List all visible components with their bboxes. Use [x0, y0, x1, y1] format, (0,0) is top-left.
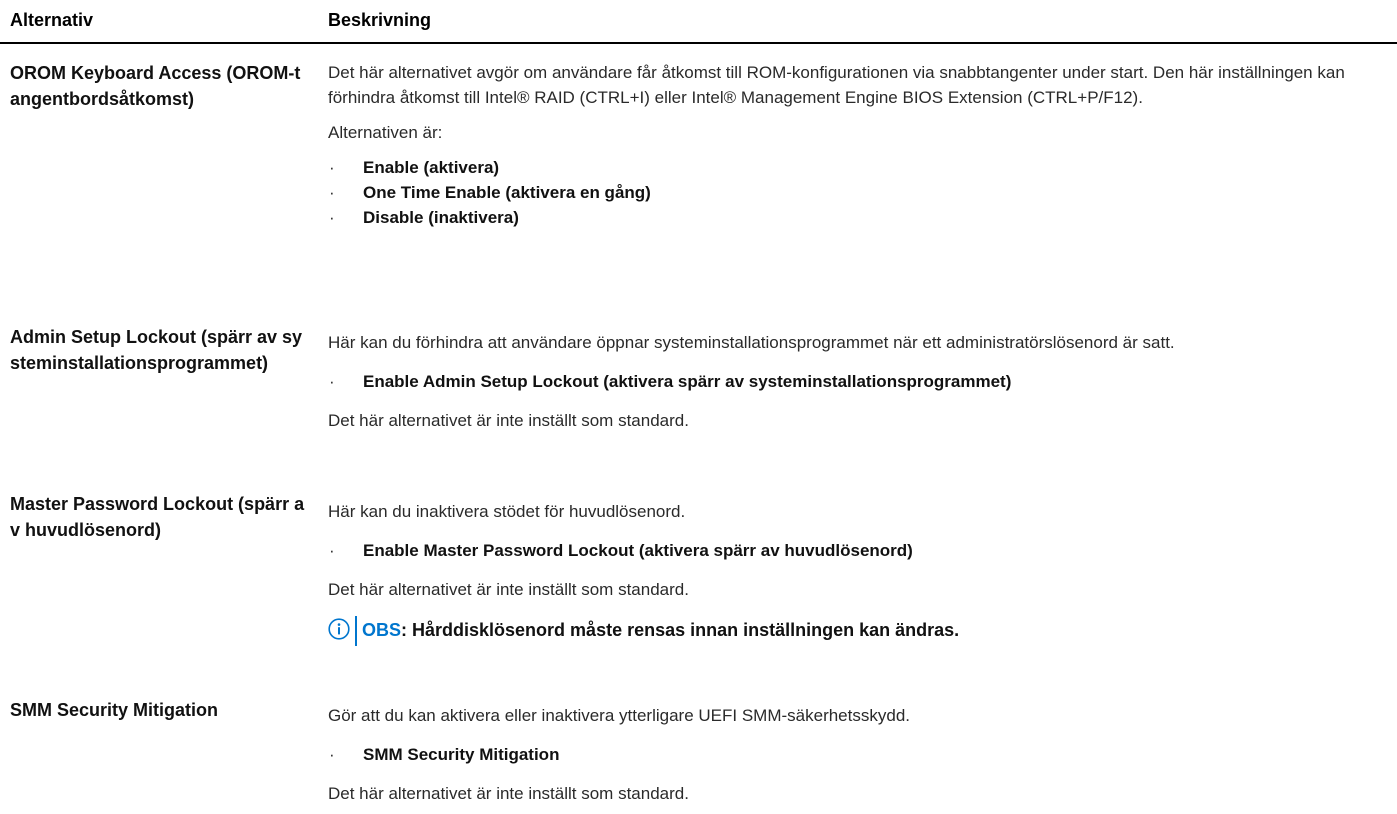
note-divider — [355, 616, 357, 646]
description-text: Här kan du förhindra att användare öppna… — [328, 333, 1175, 352]
options-list: · SMM Security Mitigation — [328, 742, 1388, 767]
note-text: OBS: Hårddisklösenord måste rensas innan… — [362, 618, 959, 643]
list-item: · Disable (inaktivera) — [328, 205, 1388, 230]
bullet-glyph: · — [329, 158, 335, 177]
info-icon — [328, 618, 350, 640]
list-item-label: Disable (inaktivera) — [363, 208, 519, 227]
description-text: Det här alternativet avgör om användare … — [328, 63, 1345, 107]
option-description: Det här alternativet avgör om användare … — [328, 60, 1388, 230]
description-text: Här kan du inaktivera stödet för huvudlö… — [328, 502, 686, 521]
list-item-label: One Time Enable (aktivera en gång) — [363, 183, 651, 202]
default-note: Det här alternativet är inte inställt so… — [328, 784, 689, 803]
note-callout: OBS: Hårddisklösenord måste rensas innan… — [328, 616, 1388, 646]
options-list: · Enable Master Password Lockout (aktive… — [328, 538, 1388, 563]
list-item: · Enable Admin Setup Lockout (aktivera s… — [328, 369, 1388, 394]
list-item-label: Enable (aktivera) — [363, 158, 500, 177]
options-intro: Alternativen är: — [328, 123, 443, 142]
options-list: · Enable (aktivera) · One Time Enable (a… — [328, 155, 1388, 230]
option-description: Här kan du förhindra att användare öppna… — [328, 330, 1388, 433]
list-item: · Enable Master Password Lockout (aktive… — [328, 538, 1388, 563]
option-description: Här kan du inaktivera stödet för huvudlö… — [328, 499, 1388, 646]
note-label: OBS — [362, 620, 402, 640]
default-note: Det här alternativet är inte inställt so… — [328, 411, 689, 430]
list-item-label: Enable Admin Setup Lockout (aktivera spä… — [363, 372, 1012, 391]
column-header-description: Beskrivning — [328, 10, 432, 30]
list-item: · Enable (aktivera) — [328, 155, 1388, 180]
list-item-label: Enable Master Password Lockout (aktivera… — [363, 541, 913, 560]
options-list: · Enable Admin Setup Lockout (aktivera s… — [328, 369, 1388, 394]
list-item: · One Time Enable (aktivera en gång) — [328, 180, 1388, 205]
description-text: Gör att du kan aktivera eller inaktivera… — [328, 706, 910, 725]
option-name: Admin Setup Lockout (spärr av systeminst… — [10, 327, 303, 373]
default-note: Det här alternativet är inte inställt so… — [328, 580, 689, 599]
bullet-glyph: · — [329, 183, 335, 202]
column-header-option: Alternativ — [10, 10, 94, 30]
bullet-glyph: · — [329, 541, 335, 560]
option-name: Master Password Lockout (spärr av huvudl… — [10, 494, 305, 540]
bullet-glyph: · — [329, 208, 335, 227]
option-name: SMM Security Mitigation — [10, 700, 219, 720]
option-description: Gör att du kan aktivera eller inaktivera… — [328, 703, 1388, 806]
option-name: OROM Keyboard Access (OROM-tangentbordså… — [10, 63, 301, 109]
list-item-label: SMM Security Mitigation — [363, 745, 560, 764]
list-item: · SMM Security Mitigation — [328, 742, 1388, 767]
note-body: : Hårddisklösenord måste rensas innan in… — [401, 620, 960, 640]
bullet-glyph: · — [329, 745, 335, 764]
bullet-glyph: · — [329, 372, 335, 391]
settings-table: Alternativ Beskrivning OROM Keyboard Acc… — [0, 0, 1397, 803]
table-header: Alternativ Beskrivning — [0, 0, 1397, 44]
